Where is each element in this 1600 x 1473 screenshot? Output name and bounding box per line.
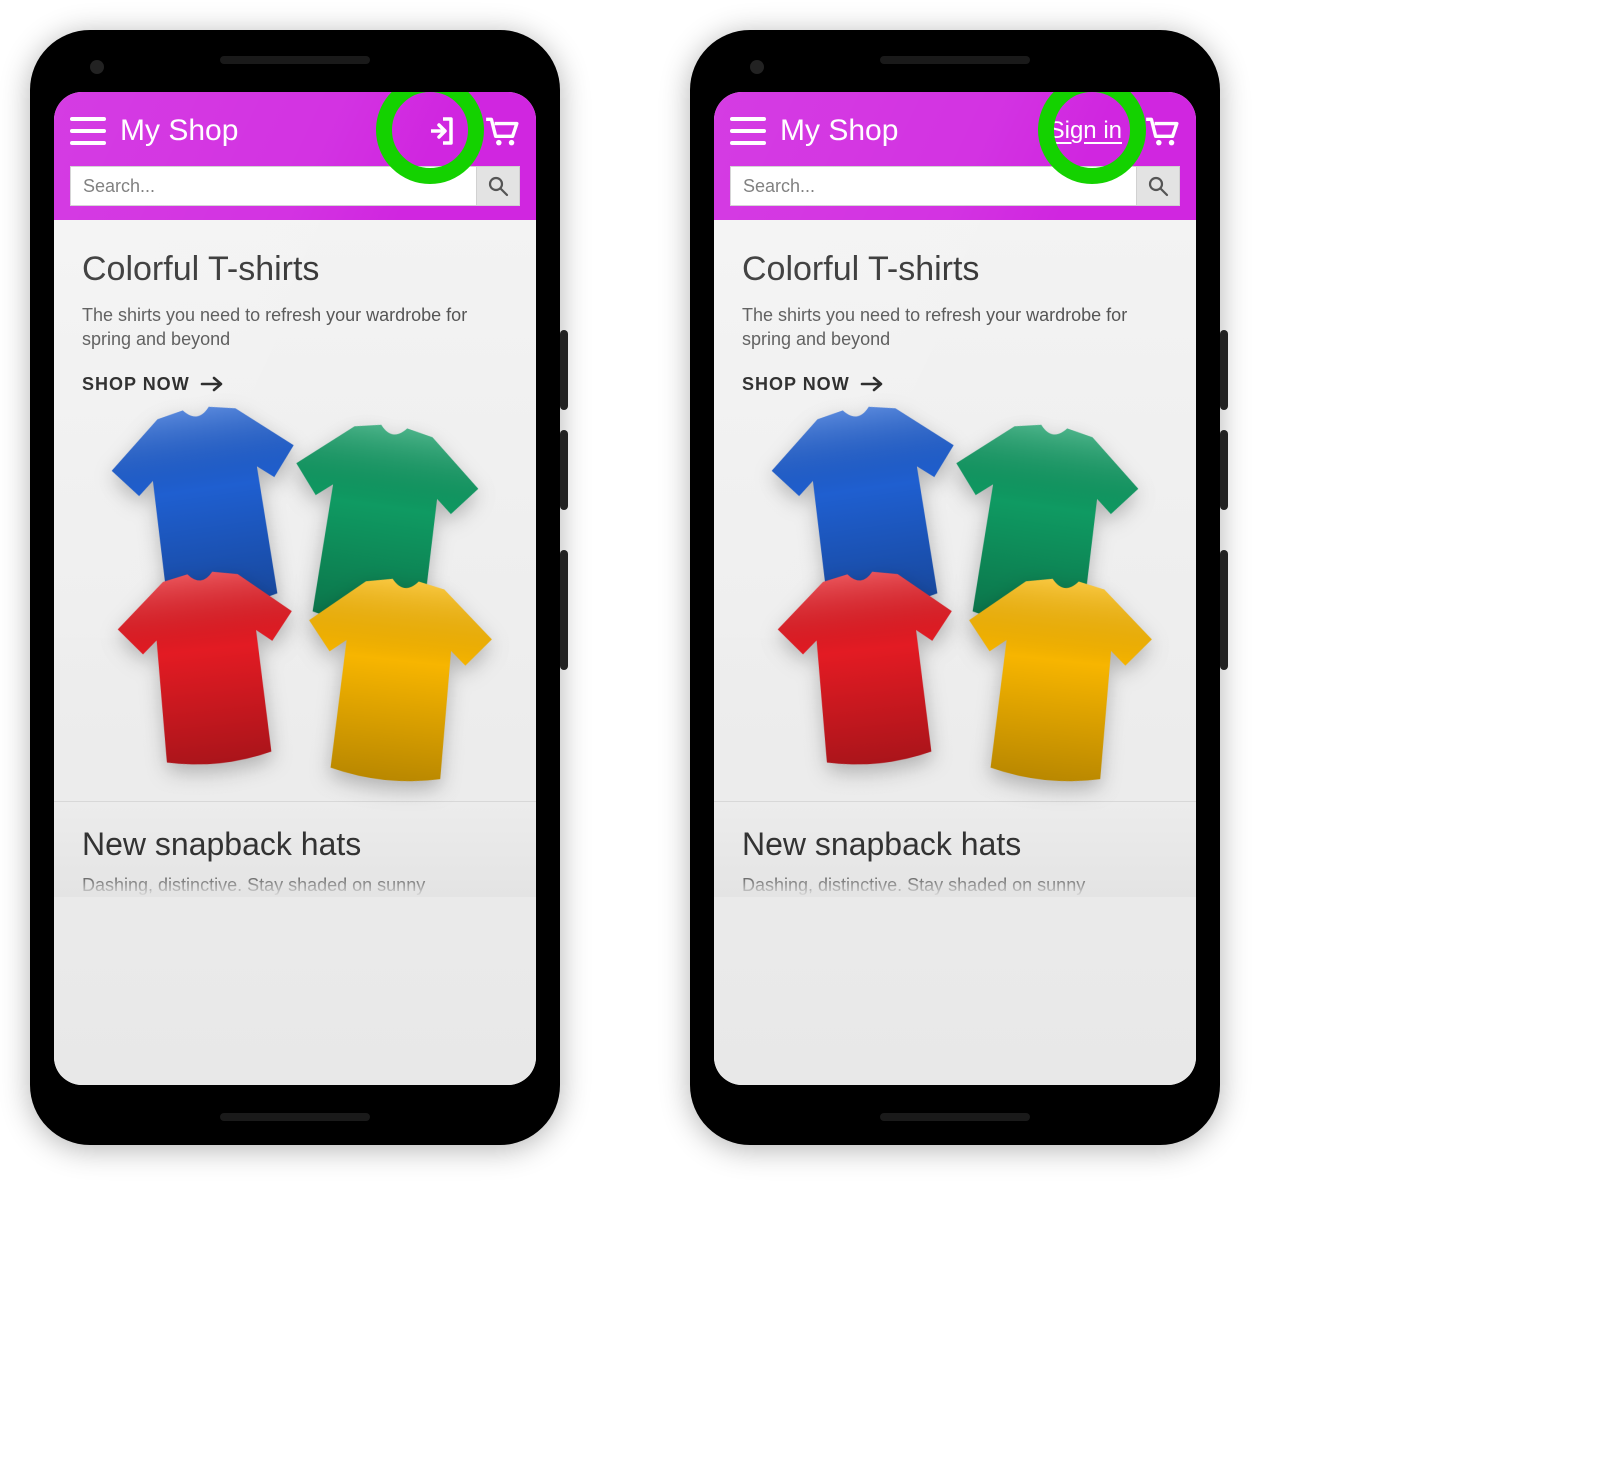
hero-title: Colorful T-shirts: [82, 250, 508, 289]
hats-title: New snapback hats: [742, 826, 1168, 863]
app-bar: My Shop: [54, 92, 536, 220]
arrow-right-icon: [200, 374, 224, 394]
menu-button[interactable]: [730, 117, 766, 145]
login-icon[interactable]: [428, 115, 462, 147]
hats-subtitle-partial: Dashing, distinctive. Stay shaded on sun…: [742, 875, 1168, 897]
screen-left: My Shop: [54, 92, 536, 1085]
tshirt-image: [85, 405, 505, 785]
hero-title: Colorful T-shirts: [742, 250, 1168, 289]
shop-now-label: SHOP NOW: [742, 374, 850, 395]
search-button[interactable]: [1136, 166, 1180, 206]
hats-subtitle-partial: Dashing, distinctive. Stay shaded on sun…: [82, 875, 508, 897]
search-bar: [730, 166, 1180, 206]
shop-now-label: SHOP NOW: [82, 374, 190, 395]
cart-icon[interactable]: [1144, 115, 1180, 147]
search-bar: [70, 166, 520, 206]
phone-mock-left: My Shop: [30, 30, 560, 1145]
cart-icon[interactable]: [484, 115, 520, 147]
hero-section: Colorful T-shirts The shirts you need to…: [714, 220, 1196, 801]
search-button[interactable]: [476, 166, 520, 206]
hats-title: New snapback hats: [82, 826, 508, 863]
screen-right: My Shop Sign in: [714, 92, 1196, 1085]
search-icon: [1147, 175, 1169, 197]
hero-section: Colorful T-shirts The shirts you need to…: [54, 220, 536, 801]
hats-section: New snapback hats Dashing, distinctive. …: [714, 801, 1196, 897]
content-area: Colorful T-shirts The shirts you need to…: [714, 220, 1196, 1085]
app-bar: My Shop Sign in: [714, 92, 1196, 220]
app-title: My Shop: [780, 114, 1035, 148]
search-icon: [487, 175, 509, 197]
hero-subtitle: The shirts you need to refresh your ward…: [82, 303, 508, 352]
search-input[interactable]: [730, 166, 1136, 206]
phone-mock-right: My Shop Sign in: [690, 30, 1220, 1145]
shop-now-button[interactable]: SHOP NOW: [82, 374, 224, 395]
arrow-right-icon: [860, 374, 884, 394]
content-area: Colorful T-shirts The shirts you need to…: [54, 220, 536, 1085]
shop-now-button[interactable]: SHOP NOW: [742, 374, 884, 395]
tshirt-image: [745, 405, 1165, 785]
app-title: My Shop: [120, 114, 414, 148]
signin-link[interactable]: Sign in: [1049, 117, 1122, 145]
search-input[interactable]: [70, 166, 476, 206]
hats-section: New snapback hats Dashing, distinctive. …: [54, 801, 536, 897]
menu-button[interactable]: [70, 117, 106, 145]
hero-subtitle: The shirts you need to refresh your ward…: [742, 303, 1168, 352]
